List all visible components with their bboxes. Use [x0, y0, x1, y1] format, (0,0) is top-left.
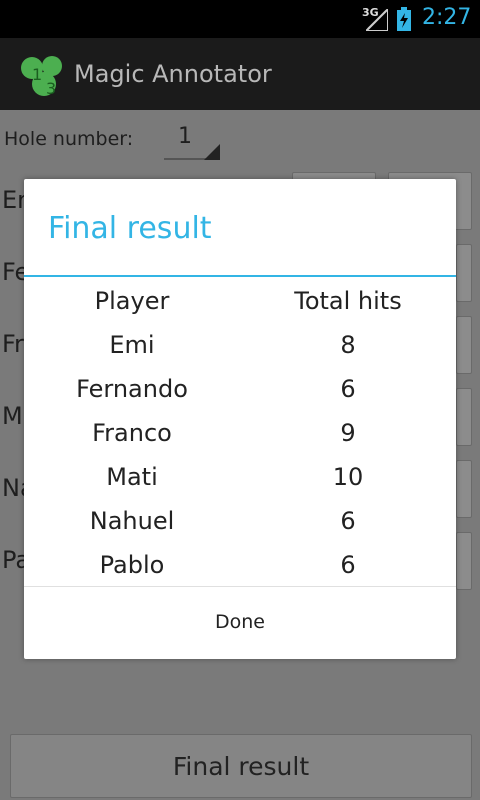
battery-icon [397, 7, 411, 31]
result-player: Fernando [76, 375, 188, 403]
svg-text:3: 3 [46, 79, 56, 98]
result-player: Franco [92, 419, 172, 447]
increment-button[interactable] [456, 532, 472, 590]
result-player: Emi [109, 331, 155, 359]
done-button[interactable]: Done [24, 587, 456, 659]
hole-number-label: Hole number: [4, 128, 134, 150]
player-label-franco: Fr [2, 330, 24, 358]
final-result-button-label: Final result [172, 752, 310, 781]
result-hits: 6 [340, 507, 356, 535]
result-hits: 6 [340, 375, 356, 403]
dialog-title-divider [24, 275, 456, 277]
increment-button[interactable] [456, 244, 472, 302]
result-hits: 8 [340, 331, 356, 359]
final-result-dialog: Final result Player Total hits Emi 8 Fer… [24, 179, 456, 659]
dialog-title: Final result [48, 211, 212, 246]
result-player: Mati [106, 463, 158, 491]
hole-number-value: 1 [178, 124, 192, 149]
svg-text:1: 1 [32, 65, 42, 84]
status-bar: 3G 2:27 [0, 0, 480, 38]
result-player: Pablo [99, 551, 165, 579]
result-hits: 9 [340, 419, 356, 447]
header-total-hits: Total hits [294, 287, 402, 315]
clock: 2:27 [422, 5, 472, 30]
increment-button[interactable] [456, 460, 472, 518]
result-player: Nahuel [89, 507, 175, 535]
signal-icon [366, 9, 388, 31]
action-bar: 1 3 Magic Annotator [0, 38, 480, 110]
increment-button[interactable] [456, 388, 472, 446]
player-label-mati: M [2, 402, 23, 430]
result-hits: 10 [332, 463, 364, 491]
hole-number-spinner[interactable]: 1 [164, 120, 220, 160]
spinner-arrow-icon [204, 144, 220, 160]
header-player: Player [94, 287, 170, 315]
result-hits: 6 [340, 551, 356, 579]
done-button-label: Done [215, 611, 265, 633]
increment-button[interactable] [456, 316, 472, 374]
final-result-button[interactable]: Final result [10, 734, 472, 798]
app-logo-icon: 1 3 [21, 56, 62, 98]
app-title: Magic Annotator [74, 60, 272, 88]
